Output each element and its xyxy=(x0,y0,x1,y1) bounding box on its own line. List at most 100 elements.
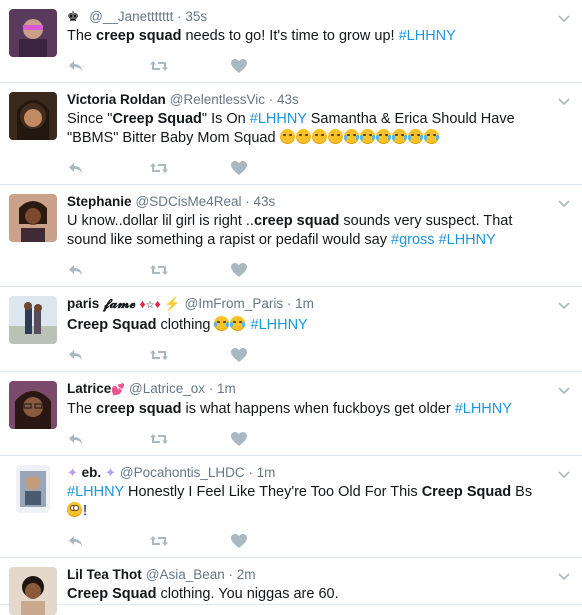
user-handle[interactable]: @Latrice_ox xyxy=(129,381,205,396)
timestamp[interactable]: 35s xyxy=(185,9,207,24)
text-segment: U know..dollar lil girl is right .. xyxy=(67,213,254,229)
chevron-down-icon[interactable] xyxy=(558,297,570,310)
text-segment: The xyxy=(67,28,97,44)
display-name[interactable]: Lil Tea Thot xyxy=(67,567,142,582)
reply-icon[interactable] xyxy=(67,533,85,549)
user-handle[interactable]: @RelentlessVic xyxy=(170,92,265,107)
avatar[interactable] xyxy=(9,567,57,615)
highlighted-term: Creep Squad xyxy=(67,317,157,333)
chevron-down-icon[interactable] xyxy=(558,568,570,581)
tweet-actions xyxy=(67,256,552,286)
reply-icon[interactable] xyxy=(67,347,85,363)
timestamp[interactable]: 43s xyxy=(277,92,299,107)
tweet-actions xyxy=(67,341,552,371)
chevron-down-icon[interactable] xyxy=(558,10,570,23)
user-handle[interactable]: @Pocahontis_LHDC xyxy=(120,465,245,480)
chevron-down-icon[interactable] xyxy=(558,195,570,208)
separator-dot: · xyxy=(244,465,257,480)
tweet-header: ✦ eb. ✦ @Pocahontis_LHDC · 1m xyxy=(67,464,552,482)
laughing-emoji-icon xyxy=(230,316,246,331)
retweet-icon[interactable] xyxy=(149,262,168,278)
reply-icon[interactable] xyxy=(67,160,85,176)
crown-icon: ♚ xyxy=(67,9,80,24)
display-name[interactable]: paris 𝓯𝓪𝓶𝓮 xyxy=(67,296,136,311)
text-segment: The xyxy=(67,401,97,417)
heart-icon[interactable] xyxy=(230,347,248,363)
hashtag-link[interactable]: #LHHNY xyxy=(251,317,308,333)
tweet[interactable]: Stephanie @SDCisMe4Real · 43s U know..doll… xyxy=(0,185,582,287)
tweet[interactable]: ✦ eb. ✦ @Pocahontis_LHDC · 1m #LHHNY Hones… xyxy=(0,456,582,558)
avatar[interactable] xyxy=(9,296,57,344)
hashtag-link[interactable]: #LHHNY xyxy=(67,484,124,500)
user-handle[interactable]: @__Janettttttt xyxy=(89,9,173,24)
tweet-header: Victoria Roldan @RelentlessVic · 43s xyxy=(67,91,552,109)
laughing-emoji-icon xyxy=(423,129,439,144)
tweet[interactable]: paris 𝓯𝓪𝓶𝓮 ♦☆♦ ⚡ @ImFrom_Paris · 1m Creep … xyxy=(0,287,582,372)
tweet-text: The creep squad needs to go! It's time t… xyxy=(67,27,552,46)
heart-icon[interactable] xyxy=(230,160,248,176)
separator-dot: · xyxy=(265,92,278,107)
reply-icon[interactable] xyxy=(67,58,85,74)
tweet-actions xyxy=(67,52,552,82)
display-name[interactable]: Victoria Roldan xyxy=(67,92,166,107)
tweet-header: paris 𝓯𝓪𝓶𝓮 ♦☆♦ ⚡ @ImFrom_Paris · 1m xyxy=(67,295,552,315)
tweet-actions xyxy=(67,425,552,455)
timestamp[interactable]: 43s xyxy=(254,194,276,209)
avatar[interactable] xyxy=(9,381,57,429)
timestamp[interactable]: 1m xyxy=(217,381,236,396)
tweet[interactable]: Lil Tea Thot @Asia_Bean · 2m Creep Squad c… xyxy=(0,558,582,615)
hashtag-link[interactable]: #LHHNY xyxy=(439,232,496,248)
weary-emoji-icon xyxy=(311,129,327,144)
timestamp[interactable]: 2m xyxy=(237,567,256,582)
separator-dot: · xyxy=(204,381,217,396)
retweet-icon[interactable] xyxy=(149,160,168,176)
laughing-emoji-icon xyxy=(214,316,230,331)
chevron-down-icon[interactable] xyxy=(558,466,570,479)
display-name[interactable]: eb. xyxy=(82,465,102,480)
tweet[interactable]: Latrice💕 @Latrice_ox · 1m The creep squad … xyxy=(0,372,582,456)
separator-dot: · xyxy=(241,194,254,209)
retweet-icon[interactable] xyxy=(149,347,168,363)
timestamp[interactable]: 1m xyxy=(257,465,276,480)
eye-roll-emoji-icon xyxy=(67,502,82,517)
retweet-icon[interactable] xyxy=(149,533,168,549)
reply-icon[interactable] xyxy=(67,431,85,447)
tweet[interactable]: ♚ @__Janettttttt · 35s The creep squad nee… xyxy=(0,0,582,83)
avatar[interactable] xyxy=(9,194,57,242)
timestamp[interactable]: 1m xyxy=(295,296,314,311)
reply-icon[interactable] xyxy=(67,262,85,278)
heart-emoji-icon: 💕 xyxy=(111,384,125,396)
tweet-text: #LHHNY Honestly I Feel Like They're Too … xyxy=(67,484,533,519)
user-handle[interactable]: @ImFrom_Paris xyxy=(185,296,283,311)
hashtag-link[interactable]: #LHHNY xyxy=(399,28,456,44)
avatar[interactable] xyxy=(9,9,57,57)
retweet-icon[interactable] xyxy=(149,431,168,447)
user-handle[interactable]: @SDCisMe4Real xyxy=(136,194,242,209)
heart-icon[interactable] xyxy=(230,58,248,74)
tweet-header: Lil Tea Thot @Asia_Bean · 2m xyxy=(67,566,552,584)
avatar[interactable] xyxy=(9,92,57,140)
display-name[interactable]: Latrice xyxy=(67,381,111,396)
chevron-down-icon[interactable] xyxy=(558,382,570,395)
text-segment: clothing. You niggas are 60. xyxy=(156,586,339,602)
retweet-icon[interactable] xyxy=(149,58,168,74)
hashtag-link[interactable]: #LHHNY xyxy=(250,111,307,127)
hashtag-link[interactable]: #gross xyxy=(391,232,435,248)
tweet-text: Creep Squad clothing. You niggas are 60. xyxy=(67,585,552,604)
text-segment: clothing xyxy=(156,317,215,333)
hashtag-link[interactable]: #LHHNY xyxy=(455,401,512,417)
tweet[interactable]: Victoria Roldan @RelentlessVic · 43s Since… xyxy=(0,83,582,185)
user-handle[interactable]: @Asia_Bean xyxy=(146,567,225,582)
heart-icon[interactable] xyxy=(230,262,248,278)
text-segment: " Is On xyxy=(201,111,250,127)
text-segment: Bs xyxy=(511,484,533,500)
separator-dot: · xyxy=(224,567,237,582)
sparkle-emoji-icon: ✦ xyxy=(67,465,78,480)
heart-icon[interactable] xyxy=(230,533,248,549)
display-name[interactable]: Stephanie xyxy=(67,194,132,209)
heart-icon[interactable] xyxy=(230,431,248,447)
laughing-emoji-icon xyxy=(407,129,423,144)
chevron-down-icon[interactable] xyxy=(558,93,570,106)
tweet-header: ♚ @__Janettttttt · 35s xyxy=(67,8,552,26)
avatar[interactable] xyxy=(16,465,50,513)
